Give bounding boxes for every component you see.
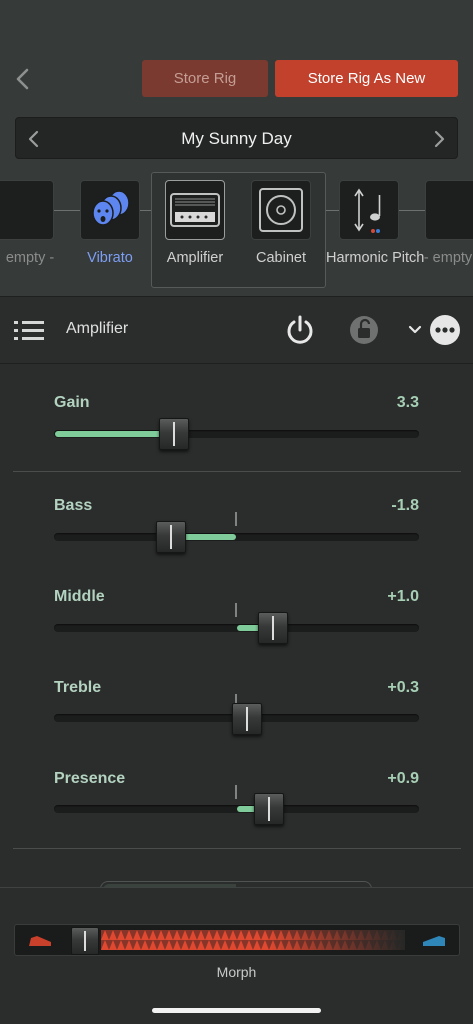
gain-slider-handle[interactable] (159, 418, 190, 450)
store-rig-as-new-button[interactable]: Store Rig As New (275, 60, 458, 97)
chain-connector (54, 210, 80, 211)
rig-selector[interactable]: My Sunny Day (15, 117, 458, 159)
bass-slider-handle[interactable] (155, 521, 186, 553)
morph-area: Morph (0, 887, 473, 1024)
middle-slider-handle[interactable] (258, 612, 288, 644)
middle-slider[interactable] (54, 624, 419, 632)
top-bar: Store Rig Store Rig As New My Sunny Day … (0, 0, 473, 296)
pedal-right-icon (423, 936, 445, 946)
module-header: Amplifier (0, 296, 473, 364)
slot-harmonic-pitch[interactable] (339, 180, 399, 240)
gain-fill (55, 431, 176, 437)
slot-label: Cabinet (256, 250, 306, 266)
slot-label: Vibrato (87, 250, 133, 266)
cabinet-speaker-icon (259, 188, 303, 232)
chain-connector (325, 210, 339, 211)
slot-vibrato[interactable] (80, 180, 140, 240)
signal-chain: empty - Vibrato Amplifier Cabinet Harmon… (0, 172, 473, 292)
home-indicator[interactable] (152, 1008, 321, 1013)
slot-cabinet[interactable] (251, 180, 311, 240)
chevron-down-icon[interactable] (408, 324, 422, 336)
presence-slider[interactable] (54, 805, 419, 813)
morph-slider-handle[interactable] (71, 927, 99, 955)
pedal-left-icon (29, 936, 51, 946)
store-rig-button[interactable]: Store Rig (142, 60, 268, 97)
presence-slider-handle[interactable] (254, 793, 285, 825)
slot-empty-right[interactable] (425, 180, 473, 240)
gain-label: Gain (54, 394, 90, 411)
bass-label: Bass (54, 497, 93, 514)
slot-label: Harmonic Pitch (326, 250, 425, 266)
middle-label: Middle (54, 588, 105, 605)
middle-value: +1.0 (387, 588, 419, 605)
gain-value: 3.3 (396, 394, 419, 411)
slot-label: - empty (423, 250, 473, 266)
treble-label: Treble (54, 679, 102, 696)
rig-prev-icon[interactable] (24, 129, 44, 149)
harmonic-pitch-icon (354, 188, 381, 233)
slot-label: Amplifier (166, 250, 224, 266)
presence-value: +0.9 (387, 770, 419, 787)
bass-value: -1.8 (391, 497, 419, 514)
presence-label: Presence (54, 770, 126, 787)
treble-slider-handle[interactable] (232, 703, 263, 735)
morph-fill (101, 930, 405, 950)
slot-amplifier[interactable] (165, 180, 225, 240)
morph-label: Morph (216, 964, 257, 980)
rig-name: My Sunny Day (181, 129, 292, 148)
module-title: Amplifier (66, 320, 129, 337)
list-icon[interactable] (14, 319, 44, 343)
rig-next-icon[interactable] (429, 129, 449, 149)
divider (13, 471, 461, 472)
chain-connector (399, 210, 425, 211)
power-icon[interactable] (284, 314, 316, 346)
vibrato-faces-icon (92, 190, 130, 226)
amplifier-icon (170, 193, 220, 227)
lock-icon[interactable] (349, 315, 379, 345)
gain-slider[interactable] (54, 430, 419, 438)
more-icon[interactable] (429, 314, 461, 346)
morph-slider[interactable] (14, 924, 460, 956)
bass-slider[interactable] (54, 533, 419, 541)
bass-center-tick (235, 512, 237, 526)
presence-center-tick (235, 785, 237, 799)
treble-value: +0.3 (387, 679, 419, 696)
parameter-panel: Gain 3.3 Bass -1.8 Middle +1.0 Treble +0… (0, 364, 473, 896)
divider (13, 848, 461, 849)
slot-label: empty - (5, 250, 55, 266)
slot-empty-left[interactable] (0, 180, 54, 240)
back-chevron-icon[interactable] (12, 66, 34, 92)
middle-center-tick (235, 603, 237, 617)
